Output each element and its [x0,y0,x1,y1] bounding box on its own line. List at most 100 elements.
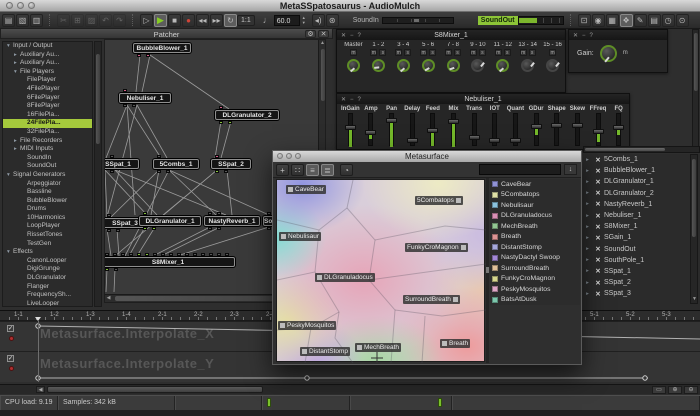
tree-item[interactable]: 8FilePlayer [3,102,92,111]
metasurface-view-button[interactable]: ❖ [620,14,633,27]
slider-handle[interactable] [386,118,397,123]
gain-knob[interactable] [600,45,617,62]
remove-document-button[interactable]: ✕ [592,189,604,197]
speaker-button[interactable]: ◂) [312,14,325,27]
slider-handle[interactable] [345,125,356,130]
patcher-node[interactable]: SSpat_1 [104,159,139,169]
undo-button[interactable]: ↶ [99,14,112,27]
remove-document-button[interactable]: ✕ [592,267,604,275]
tree-item[interactable]: SoundOut [3,162,92,171]
history-button[interactable]: ◔ [340,164,353,176]
output-port[interactable] [208,227,212,230]
play-outline-button[interactable]: ▷ [140,14,153,27]
tree-item[interactable]: ▸Auxiliary Au... [3,51,92,60]
scroll-up-icon[interactable]: ▲ [319,40,326,47]
parameter-slider[interactable]: FFreq [588,106,609,146]
snapshot-list-item[interactable]: BatsAtDusk [490,295,580,306]
surface-snapshot-label[interactable]: PeskyMosquitos [278,321,336,330]
remove-document-button[interactable]: ✕ [592,156,604,164]
slider-handle[interactable] [407,138,418,143]
parameter-slider[interactable]: Pan [381,106,402,146]
snapshot-list-item[interactable]: DistantStomp [490,242,580,253]
output-port[interactable] [217,227,221,230]
contraptions-view-button[interactable]: ◉ [592,14,605,27]
parameter-slider[interactable]: Skew [567,106,588,146]
expand-arrow-icon[interactable]: ▸ [583,201,592,207]
remove-document-button[interactable]: ✕ [592,223,604,231]
new-file-button[interactable]: ▤ [2,14,15,27]
remove-document-button[interactable]: ✕ [592,279,604,287]
output-port[interactable] [166,170,170,173]
output-port[interactable] [123,104,127,107]
output-port[interactable] [224,170,228,173]
snapshot-list-item[interactable]: CaveBear [490,179,580,190]
save-file-button[interactable]: ▥ [30,14,43,27]
input-port[interactable] [121,253,125,256]
slider-handle[interactable] [613,125,624,130]
channel-solo-button[interactable]: s [404,49,411,56]
patcher-node[interactable]: S8Mixer_1 [104,257,235,267]
parameter-slider[interactable]: GDur [526,106,547,146]
zoom-out-button[interactable]: ⊖ [684,386,698,394]
slider-handle[interactable] [593,129,604,134]
cut-button[interactable]: ✂ [57,14,70,27]
gain-mute-button[interactable]: m [623,50,628,56]
tree-item[interactable]: ▾Signal Generators [3,171,92,180]
input-port[interactable] [225,253,229,256]
output-port[interactable] [157,170,161,173]
channel-mute-button[interactable]: m [445,49,452,56]
tree-item[interactable]: FilePlayer [3,76,92,85]
documents-vscrollbar[interactable]: ▼ [690,154,698,304]
documents-hscroll-thumb[interactable] [585,148,665,151]
channel-gain-knob[interactable] [347,59,360,72]
input-port[interactable] [110,155,114,158]
slider-handle[interactable] [427,128,438,133]
patcher-node[interactable]: Nebuliser_1 [119,93,171,103]
sound-out-label[interactable]: SoundOut [478,16,518,25]
channel-gain-knob[interactable] [546,59,559,72]
window-titlebar[interactable]: MetaSSpatosaurus - AudioMulch [0,0,700,12]
list-view-button[interactable]: ≡ [306,164,319,176]
input-port[interactable] [193,253,197,256]
tree-item[interactable]: Flanger [3,283,92,292]
zoom-fit-button[interactable]: ▭ [652,386,666,394]
parameter-slider[interactable]: InGain [340,106,361,146]
metasurface-interpolation-surface[interactable]: CaveBear5CombatopsNebulisaurFunkyCroMagn… [276,179,485,362]
input-port[interactable] [209,253,213,256]
tree-item[interactable]: DigiGrunge [3,265,92,274]
surface-snapshot-label[interactable]: 5Combatops [415,196,463,205]
tempo-input[interactable]: 60.0 [274,15,300,26]
channel-mute-button[interactable]: m [520,49,527,56]
slider-handle[interactable] [572,123,583,128]
surface-snapshot-label[interactable]: DLGranuladocus [315,273,375,282]
tree-item[interactable]: 6FilePlayer [3,94,92,103]
expand-arrow-icon[interactable]: ▸ [583,213,592,219]
parameter-slider[interactable]: Feed [423,106,444,146]
channel-solo-button[interactable]: s [479,49,486,56]
nebuliser-panel-titlebar[interactable]: ✕−? Nebuliser_1 [337,94,629,104]
channel-mute-button[interactable]: m [549,49,556,56]
input-port[interactable] [129,253,133,256]
tree-item[interactable]: SoundIn [3,154,92,163]
snapshot-list-item[interactable]: NastyDactyl Swoop [490,253,580,264]
timeline-scroll-thumb[interactable] [47,386,263,393]
document-item[interactable]: ▸✕Nebuliser_1 [583,210,700,221]
remove-document-button[interactable]: ✕ [592,200,604,208]
slider-handle[interactable] [469,135,480,140]
tree-item[interactable]: ▸MIDI Inputs [3,145,92,154]
properties-view-button[interactable]: ▤ [648,14,661,27]
tree-item[interactable]: DLGranulator [3,274,92,283]
remove-document-button[interactable]: ✕ [592,212,604,220]
channel-gain-knob[interactable] [496,59,509,72]
channel-solo-button[interactable]: s [379,49,386,56]
channel-gain-knob[interactable] [471,59,484,72]
input-port[interactable] [145,253,149,256]
surface-snapshot-label[interactable]: Nebulisaur [279,232,321,241]
document-item[interactable]: ▸✕SSpat_3 [583,288,700,299]
patcher-view-button[interactable]: ⊡ [578,14,591,27]
channel-gain-knob[interactable] [447,59,460,72]
document-item[interactable]: ▸✕S8Mixer_1 [583,221,700,232]
tree-item[interactable]: TestGen [3,240,92,249]
tree-item[interactable]: CanonLooper [3,257,92,266]
input-port[interactable] [177,253,181,256]
